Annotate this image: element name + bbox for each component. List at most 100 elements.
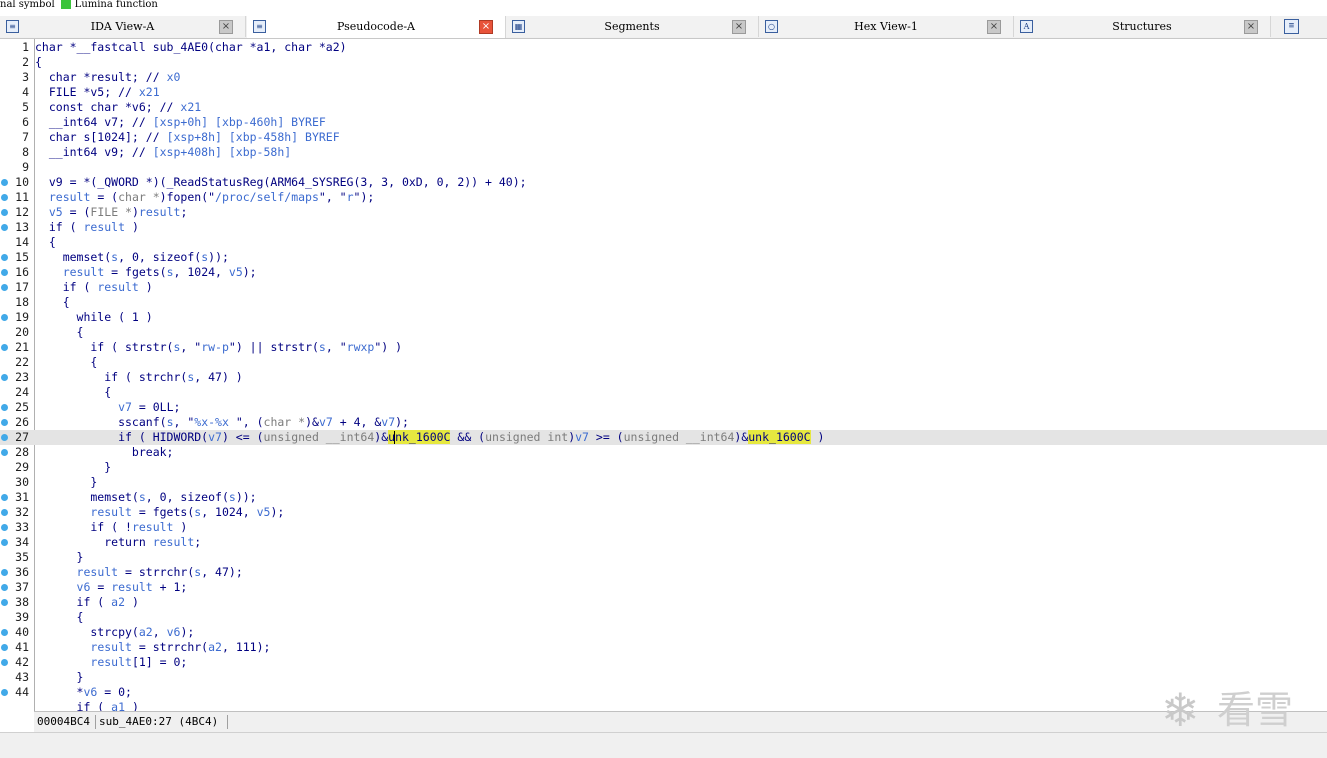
code-line[interactable]: 15 memset(s, 0, sizeof(s));: [0, 250, 1327, 265]
highlighted-symbol[interactable]: unk_1600C: [748, 430, 811, 444]
breakpoint-dot-icon[interactable]: [1, 539, 8, 546]
breakpoint-dot-icon[interactable]: [1, 344, 8, 351]
code-line[interactable]: 2{: [0, 55, 1327, 70]
breakpoint-dot-icon[interactable]: [1, 209, 8, 216]
pseudocode-editor[interactable]: 1 char *__fastcall sub_4AE0(char *a1, cha…: [0, 39, 1327, 711]
code-line[interactable]: 1 char *__fastcall sub_4AE0(char *a1, cha…: [0, 40, 1327, 55]
breakpoint-dot-icon[interactable]: [1, 269, 8, 276]
code-text: {: [35, 355, 97, 370]
breakpoint-dot-icon[interactable]: [1, 629, 8, 636]
code-line[interactable]: 4 FILE *v5; // x21: [0, 85, 1327, 100]
code-line[interactable]: 38 if ( a2 ): [0, 595, 1327, 610]
breakpoint-dot-icon[interactable]: [1, 494, 8, 501]
breakpoint-dot-icon[interactable]: [1, 449, 8, 456]
code-line[interactable]: 36 result = strrchr(s, 47);: [0, 565, 1327, 580]
breakpoint-dot-icon[interactable]: [1, 419, 8, 426]
breakpoint-dot-icon[interactable]: [1, 644, 8, 651]
code-token: ") || strstr(: [228, 340, 319, 354]
code-line[interactable]: 20 {: [0, 325, 1327, 340]
close-icon[interactable]: ×: [219, 20, 233, 34]
tab-segments[interactable]: ▦ Segments ×: [506, 16, 759, 37]
line-number: 3: [22, 70, 29, 84]
code-line[interactable]: 24 {: [0, 385, 1327, 400]
code-line[interactable]: 31 memset(s, 0, sizeof(s));: [0, 490, 1327, 505]
breakpoint-dot-icon[interactable]: [1, 659, 8, 666]
code-line[interactable]: 43 }: [0, 670, 1327, 685]
line-number: 42: [15, 655, 29, 669]
code-line[interactable]: 40 strcpy(a2, v6);: [0, 625, 1327, 640]
breakpoint-dot-icon[interactable]: [1, 194, 8, 201]
breakpoint-dot-icon[interactable]: [1, 314, 8, 321]
code-line[interactable]: 11 result = (char *)fopen("/proc/self/ma…: [0, 190, 1327, 205]
highlighted-symbol[interactable]: nk_1600C: [395, 430, 451, 444]
breakpoint-dot-icon[interactable]: [1, 569, 8, 576]
code-text: if ( HIDWORD(v7) <= (unsigned __int64)&u…: [35, 430, 824, 445]
line-number: 32: [15, 505, 29, 519]
code-line[interactable]: if ( a1 ): [0, 700, 1327, 711]
code-line[interactable]: 39 {: [0, 610, 1327, 625]
code-line[interactable]: 33 if ( !result ): [0, 520, 1327, 535]
code-line[interactable]: 13 if ( result ): [0, 220, 1327, 235]
code-token: {: [35, 355, 98, 369]
code-line[interactable]: 22 {: [0, 355, 1327, 370]
code-line[interactable]: 6 __int64 v7; // [xsp+0h] [xbp-460h] BYR…: [0, 115, 1327, 130]
code-token: {: [35, 55, 42, 69]
code-token: {: [35, 325, 84, 339]
tab-structures[interactable]: A Structures ×: [1014, 16, 1271, 37]
code-line[interactable]: 25 v7 = 0LL;: [0, 400, 1327, 415]
code-line[interactable]: 19 while ( 1 ): [0, 310, 1327, 325]
breakpoint-dot-icon[interactable]: [1, 584, 8, 591]
code-line[interactable]: 8 __int64 v9; // [xsp+408h] [xbp-58h]: [0, 145, 1327, 160]
code-line[interactable]: 10 v9 = *(_QWORD *)(_ReadStatusReg(ARM64…: [0, 175, 1327, 190]
breakpoint-dot-icon[interactable]: [1, 434, 8, 441]
code-line[interactable]: 37 v6 = result + 1;: [0, 580, 1327, 595]
code-line[interactable]: 7 char s[1024]; // [xsp+8h] [xbp-458h] B…: [0, 130, 1327, 145]
code-line[interactable]: 12 v5 = (FILE *)result;: [0, 205, 1327, 220]
close-icon[interactable]: ×: [1244, 20, 1258, 34]
close-icon[interactable]: ×: [732, 20, 746, 34]
breakpoint-dot-icon[interactable]: [1, 179, 8, 186]
code-token: = (: [62, 205, 91, 219]
breakpoint-dot-icon[interactable]: [1, 599, 8, 606]
code-token: , 47) ): [194, 370, 243, 384]
line-number: 37: [15, 580, 29, 594]
code-line[interactable]: 23 if ( strchr(s, 47) ): [0, 370, 1327, 385]
code-line[interactable]: 17 if ( result ): [0, 280, 1327, 295]
code-line[interactable]: 14 {: [0, 235, 1327, 250]
code-line[interactable]: 21 if ( strstr(s, "rw-p") || strstr(s, "…: [0, 340, 1327, 355]
code-token: if ( strchr(: [35, 370, 188, 384]
code-line[interactable]: 3 char *result; // x0: [0, 70, 1327, 85]
close-icon[interactable]: ×: [479, 20, 493, 34]
code-line[interactable]: 26 sscanf(s, "%x-%x ", (char *)&v7 + 4, …: [0, 415, 1327, 430]
code-line[interactable]: 28 break;: [0, 445, 1327, 460]
breakpoint-dot-icon[interactable]: [1, 404, 8, 411]
close-icon[interactable]: ×: [987, 20, 1001, 34]
breakpoint-dot-icon[interactable]: [1, 524, 8, 531]
code-text: {: [35, 610, 84, 625]
tab-ida-view-a[interactable]: ≡ IDA View-A ×: [0, 16, 246, 37]
breakpoint-dot-icon[interactable]: [1, 254, 8, 261]
code-line[interactable]: 18 {: [0, 295, 1327, 310]
breakpoint-dot-icon[interactable]: [1, 284, 8, 291]
code-line[interactable]: 41 result = strrchr(a2, 111);: [0, 640, 1327, 655]
code-line[interactable]: 32 result = fgets(s, 1024, v5);: [0, 505, 1327, 520]
code-line[interactable]: 16 result = fgets(s, 1024, v5);: [0, 265, 1327, 280]
breakpoint-dot-icon[interactable]: [1, 509, 8, 516]
code-line[interactable]: 5 const char *v6; // x21: [0, 100, 1327, 115]
code-line[interactable]: 27 if ( HIDWORD(v7) <= (unsigned __int64…: [0, 430, 1327, 445]
code-line[interactable]: 42 result[1] = 0;: [0, 655, 1327, 670]
breakpoint-dot-icon[interactable]: [1, 224, 8, 231]
code-line[interactable]: 29 }: [0, 460, 1327, 475]
code-line[interactable]: 30 }: [0, 475, 1327, 490]
line-number: 14: [15, 235, 29, 249]
breakpoint-dot-icon[interactable]: [1, 374, 8, 381]
code-line[interactable]: 35 }: [0, 550, 1327, 565]
tab-pseudocode-a[interactable]: ≡ Pseudocode-A ×: [247, 16, 506, 38]
code-line[interactable]: 34 return result;: [0, 535, 1327, 550]
tab-hex-view-1[interactable]: ○ Hex View-1 ×: [759, 16, 1014, 37]
window-menu-icon[interactable]: ≡: [1284, 19, 1299, 34]
breakpoint-dot-icon[interactable]: [1, 689, 8, 696]
code-line[interactable]: 44 *v6 = 0;: [0, 685, 1327, 700]
code-line[interactable]: 9: [0, 160, 1327, 175]
line-number: 7: [22, 130, 29, 144]
